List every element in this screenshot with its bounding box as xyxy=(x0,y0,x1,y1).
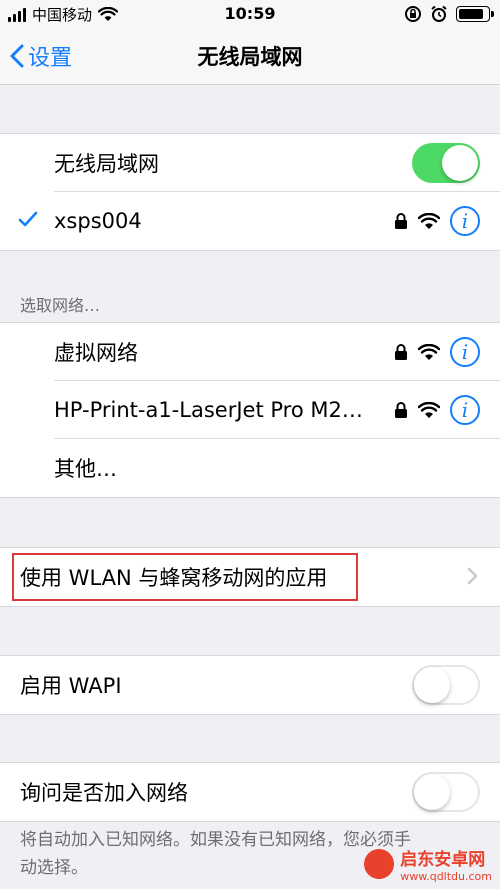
ask-join-footer: 将自动加入已知网络。如果没有已知网络，您必须手动选择。 xyxy=(20,830,411,878)
lock-icon xyxy=(395,402,407,418)
wifi-signal-icon xyxy=(418,212,440,229)
battery-icon xyxy=(456,6,494,22)
network-name: HP-Print-a1-LaserJet Pro M2… xyxy=(54,398,363,422)
connected-network-icons: i xyxy=(394,206,480,236)
rotation-lock-icon xyxy=(405,6,421,22)
ask-join-row: 询问是否加入网络 xyxy=(0,763,500,821)
wifi-toggle[interactable] xyxy=(412,143,480,183)
lock-icon xyxy=(395,213,407,229)
other-network-label: 其他… xyxy=(54,457,117,481)
ask-join-label: 询问是否加入网络 xyxy=(20,781,188,805)
checkmark-icon xyxy=(18,211,38,227)
ask-join-toggle[interactable] xyxy=(412,772,480,812)
connected-network-row[interactable]: xsps004 i xyxy=(0,192,500,250)
watermark-title: 启东安卓网 xyxy=(400,850,486,870)
wapi-row: 启用 WAPI xyxy=(0,656,500,714)
info-icon: i xyxy=(461,398,469,422)
status-bar: 中国移动 10:59 xyxy=(0,0,500,28)
page-title: 无线局域网 xyxy=(197,45,303,69)
info-button[interactable]: i xyxy=(450,337,480,367)
info-button[interactable]: i xyxy=(450,206,480,236)
wifi-group: 无线局域网 xsps004 i xyxy=(0,133,500,251)
status-right xyxy=(404,5,494,23)
wapi-label: 启用 WAPI xyxy=(20,674,122,698)
other-network-row[interactable]: 其他… xyxy=(0,439,500,497)
networks-group: 虚拟网络 i HP-Print-a1-LaserJet Pro M2… i 其他… xyxy=(0,322,500,498)
connected-network-name: xsps004 xyxy=(54,209,142,233)
wifi-signal-icon xyxy=(418,343,440,360)
wapi-toggle[interactable] xyxy=(412,665,480,705)
watermark-url: www.qdltdu.com xyxy=(400,870,492,883)
choose-network-header: 选取网络… xyxy=(20,296,101,315)
chevron-right-icon xyxy=(467,567,478,585)
network-row[interactable]: 虚拟网络 i xyxy=(0,323,500,381)
info-icon: i xyxy=(461,209,469,233)
ask-join-group: 询问是否加入网络 xyxy=(0,762,500,822)
lock-icon xyxy=(395,344,407,360)
wifi-toggle-row: 无线局域网 xyxy=(0,134,500,192)
info-button[interactable]: i xyxy=(450,395,480,425)
network-icons: i xyxy=(394,337,480,367)
network-row[interactable]: HP-Print-a1-LaserJet Pro M2… i xyxy=(0,381,500,439)
navigation-bar: 设置 无线局域网 xyxy=(0,28,500,85)
wifi-signal-icon xyxy=(418,401,440,418)
watermark-text: 启东安卓网 www.qdltdu.com xyxy=(400,845,492,883)
network-name: 虚拟网络 xyxy=(54,341,138,365)
network-icons: i xyxy=(394,395,480,425)
watermark-logo-icon xyxy=(364,849,395,879)
highlight-box xyxy=(12,553,358,601)
alarm-clock-icon xyxy=(431,5,447,22)
wapi-group: 启用 WAPI xyxy=(0,655,500,715)
watermark: 启东安卓网 www.qdltdu.com xyxy=(364,845,492,883)
wifi-label: 无线局域网 xyxy=(54,152,159,176)
info-icon: i xyxy=(461,340,469,364)
